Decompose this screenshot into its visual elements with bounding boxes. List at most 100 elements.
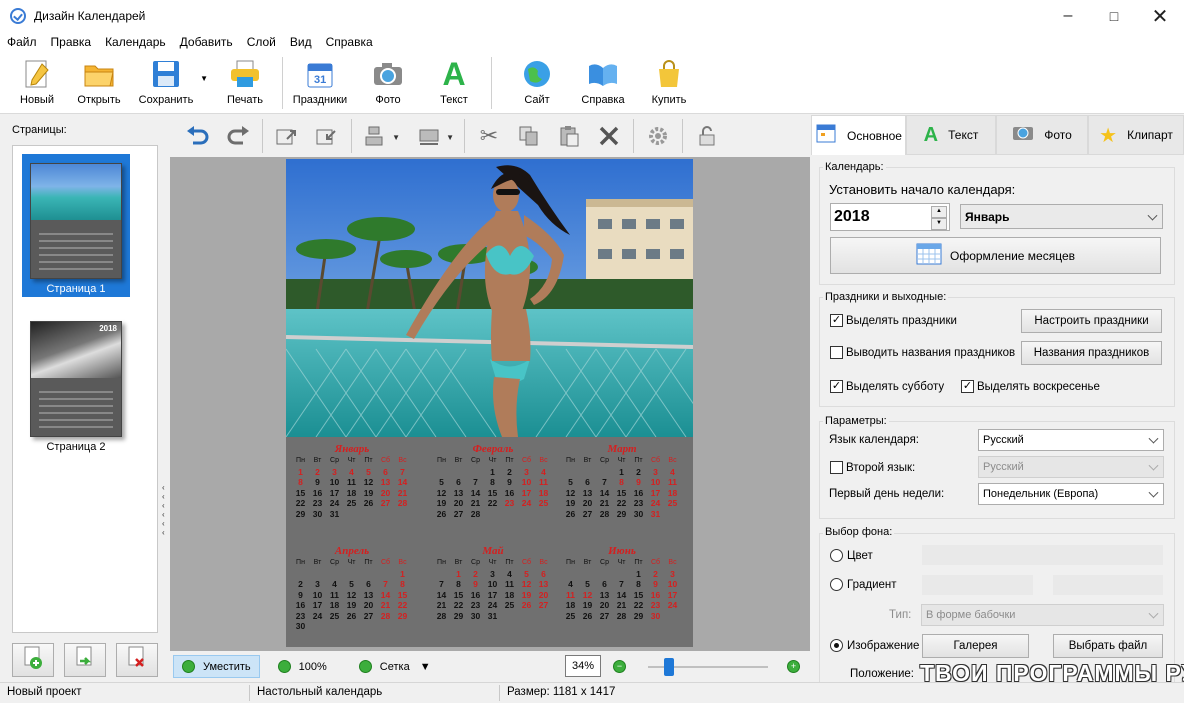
printer-icon <box>228 58 262 90</box>
bg-color-radio[interactable]: Цвет <box>830 549 873 562</box>
align-dropdown-arrow-icon[interactable]: ▼ <box>392 133 400 142</box>
start-month-select[interactable]: Январь <box>960 204 1163 229</box>
bg-gradient-radio[interactable]: Градиент <box>830 578 897 591</box>
undo-icon[interactable] <box>178 118 218 154</box>
page-thumbnail-1[interactable]: Страница 1 <box>22 154 130 297</box>
menu-file[interactable]: Файл <box>0 35 44 49</box>
month-block[interactable]: Февраль Пн Вт Ср Чт Пт Сб Вс 1 2 3 4 5 6 7 8 9 10 11 12 13 14… <box>433 443 553 519</box>
menu-help[interactable]: Справка <box>319 35 380 49</box>
month-days-grid: Пн Вт Ср Чт Пт Сб Вс 1 2 3 4 5 6 7 8 9 10 11 12 13 14 15 16 17 1… <box>433 558 553 621</box>
day-cell: 6 <box>366 579 371 589</box>
text-button[interactable]: A Текст <box>423 52 485 106</box>
zoom-slider-handle[interactable] <box>664 658 674 676</box>
text-a-icon: A <box>923 123 939 146</box>
send-backward-icon[interactable] <box>307 118 347 154</box>
buy-button[interactable]: Купить <box>638 52 700 106</box>
add-page-button[interactable] <box>12 643 54 677</box>
cut-icon[interactable]: ✂ <box>469 118 509 154</box>
show-holiday-names-checkbox[interactable]: Выводить названия праздников <box>830 346 1015 359</box>
day-cell <box>343 621 360 632</box>
day-cell: 10 <box>521 477 532 487</box>
page-thumbnail-2[interactable]: 2018 Страница 2 <box>22 312 130 455</box>
menu-edit[interactable]: Правка <box>44 35 99 49</box>
day-cell: 4 <box>507 568 512 579</box>
menu-view[interactable]: Вид <box>283 35 319 49</box>
tab-text[interactable]: A Текст <box>906 115 996 155</box>
zoom-out-icon[interactable]: − <box>613 660 626 673</box>
holidays-button[interactable]: 31 Праздники <box>289 52 351 106</box>
highlight-holidays-checkbox[interactable]: ✓ Выделять праздники <box>830 314 957 327</box>
print-button[interactable]: Печать <box>214 52 276 106</box>
minimize-button[interactable]: – <box>1045 0 1091 32</box>
zoom-100-button[interactable]: 100% <box>270 655 335 678</box>
gallery-button[interactable]: Галерея <box>922 634 1029 658</box>
panel-collapse-handle[interactable]: ‹ ‹ ‹ ‹ ‹ ‹ <box>162 483 168 539</box>
lock-icon[interactable] <box>687 118 727 154</box>
day-cell: 21 <box>380 600 391 610</box>
spin-down-icon[interactable]: ▼ <box>931 218 947 230</box>
save-button[interactable]: Сохранить ▼ <box>130 52 208 106</box>
maximize-button[interactable]: □ <box>1091 0 1137 32</box>
weekday-header: Ср <box>600 457 609 464</box>
fit-button[interactable]: Уместить <box>173 655 260 678</box>
day-cell: 26 <box>565 508 576 519</box>
language-select[interactable]: Русский <box>978 429 1164 451</box>
menu-calendar[interactable]: Календарь <box>98 35 173 49</box>
calendar-page[interactable]: Январь Пн Вт Ср Чт Пт Сб Вс 1 2 3 4 5 6 7 8 9 10 11 12 13 14 1… <box>286 159 693 647</box>
redo-icon[interactable] <box>218 118 258 154</box>
close-window-button[interactable]: ✕ <box>1137 0 1183 32</box>
bring-forward-icon[interactable] <box>267 118 307 154</box>
second-language-checkbox[interactable]: Второй язык: <box>830 461 915 474</box>
bg-image-radio[interactable]: Изображение <box>830 639 919 652</box>
new-button[interactable]: Новый <box>6 52 68 106</box>
delete-page-button[interactable] <box>116 643 158 677</box>
first-day-select[interactable]: Понедельник (Европа) <box>978 483 1164 505</box>
settings-gear-icon[interactable] <box>638 118 678 154</box>
holiday-names-button[interactable]: Названия праздников <box>1021 341 1162 365</box>
choose-file-button[interactable]: Выбрать файл <box>1053 634 1163 658</box>
highlight-saturday-checkbox[interactable]: ✓ Выделять субботу <box>830 380 944 393</box>
spin-up-icon[interactable]: ▲ <box>931 206 947 218</box>
day-cell: 26 <box>521 600 532 610</box>
delete-icon[interactable] <box>589 118 629 154</box>
month-block[interactable]: Январь Пн Вт Ср Чт Пт Сб Вс 1 2 3 4 5 6 7 8 9 10 11 12 13 14 1… <box>292 443 412 519</box>
tab-basic[interactable]: Основное <box>811 115 906 155</box>
calendar-tab-icon <box>815 122 837 150</box>
calendar-months[interactable]: Январь Пн Вт Ср Чт Пт Сб Вс 1 2 3 4 5 6 7 8 9 10 11 12 13 14 1… <box>286 439 693 647</box>
distribute-dropdown-arrow-icon[interactable]: ▼ <box>446 133 454 142</box>
tab-photo[interactable]: Фото <box>996 115 1088 155</box>
month-block[interactable]: Апрель Пн Вт Ср Чт Пт Сб Вс 1 2 3 4 5 6 7 8 9 10 11 12 13 14 1… <box>292 545 412 632</box>
duplicate-page-button[interactable] <box>64 643 106 677</box>
app-window: Дизайн Календарей – □ ✕ Файл Правка Кале… <box>0 0 1184 703</box>
menu-add[interactable]: Добавить <box>173 35 240 49</box>
month-block[interactable]: Июнь Пн Вт Ср Чт Пт Сб Вс 1 2 3 4 5 6 7 8 9 10 11 12 13 14 15 1… <box>562 545 682 621</box>
open-button[interactable]: Открыть <box>68 52 130 106</box>
day-cell: 25 <box>346 498 357 508</box>
design-canvas[interactable]: Январь Пн Вт Ср Чт Пт Сб Вс 1 2 3 4 5 6 7 8 9 10 11 12 13 14 1… <box>170 157 810 651</box>
day-cell: 11 <box>668 477 677 487</box>
photo-button[interactable]: Фото <box>357 52 419 106</box>
save-dropdown-arrow-icon[interactable]: ▼ <box>200 74 208 83</box>
month-block[interactable]: Май Пн Вт Ср Чт Пт Сб Вс 1 2 3 4 5 6 7 8 9 10 11 12 13 14 15 16… <box>433 545 553 621</box>
calendar-photo[interactable] <box>286 159 693 437</box>
configure-holidays-button[interactable]: Настроить праздники <box>1021 309 1162 333</box>
site-button[interactable]: Сайт <box>506 52 568 106</box>
paste-icon[interactable] <box>549 118 589 154</box>
highlight-sunday-checkbox[interactable]: ✓ Выделять воскресенье <box>961 380 1100 393</box>
copy-icon[interactable] <box>509 118 549 154</box>
grid-dropdown-arrow-icon[interactable]: ▼ <box>418 655 433 678</box>
months-design-button[interactable]: Оформление месяцев <box>830 237 1161 274</box>
help-button[interactable]: Справка <box>572 52 634 106</box>
year-spinner[interactable]: 2018 ▲ ▼ <box>830 203 950 231</box>
zoom-in-icon[interactable]: + <box>787 660 800 673</box>
menu-layer[interactable]: Слой <box>240 35 283 49</box>
distribute-icon[interactable]: ▼ <box>410 118 454 154</box>
zoom-input[interactable]: 34% <box>565 655 601 677</box>
month-block[interactable]: Март Пн Вт Ср Чт Пт Сб Вс 1 2 3 4 5 6 7 8 9 10 11 12 13 14 15 1… <box>562 443 682 519</box>
grid-button[interactable]: Сетка <box>351 655 418 678</box>
properties-panel: Основное A Текст Фото ★ Клипарт Календарь:… <box>811 115 1184 683</box>
tab-clipart[interactable]: ★ Клипарт <box>1088 115 1184 155</box>
weekday-header: Пн <box>566 559 575 566</box>
day-cell: 14 <box>436 589 447 600</box>
align-icon[interactable]: ▼ <box>356 118 400 154</box>
